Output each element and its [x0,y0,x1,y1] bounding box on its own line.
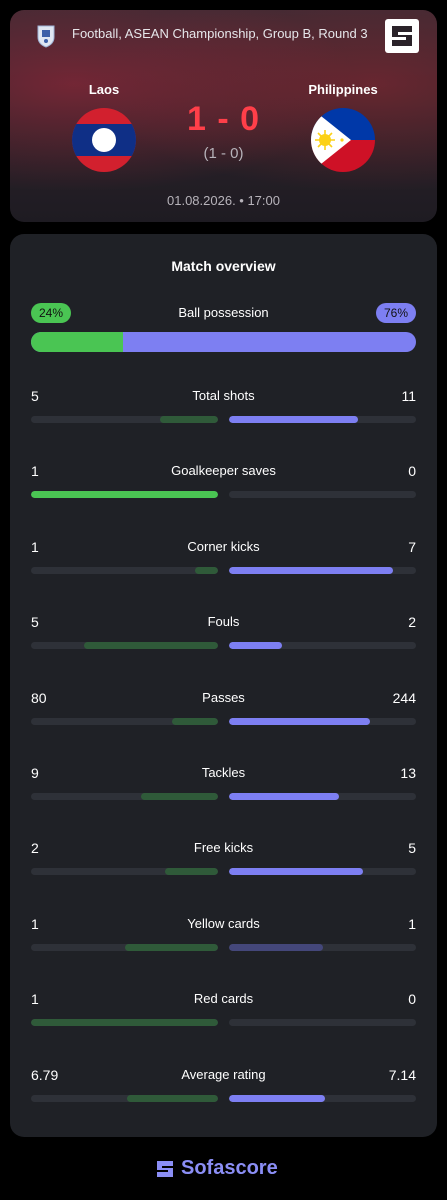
stat-home-track [31,642,218,649]
stat-away-value: 0 [408,463,416,479]
stat-row: 1 Goalkeeper saves 0 [31,463,416,503]
stat-label: Passes [202,690,245,705]
stat-away-fill [229,416,359,423]
stat-label: Tackles [201,765,246,780]
stat-home-track [31,567,218,574]
stat-home-track [31,416,218,423]
stat-away-fill [229,793,340,800]
stat-away-track [229,416,416,423]
stat-label: Total shots [192,388,255,403]
stat-label: Free kicks [193,840,254,855]
competition-name[interactable]: Football, ASEAN Championship, Group B, R… [72,26,368,41]
sofascore-logo-icon [157,1161,173,1177]
stat-row: 2 Free kicks 5 [31,840,416,880]
panel-title: Match overview [171,258,276,274]
stat-row: 1 Red cards 0 [31,991,416,1031]
stat-row: 1 Yellow cards 1 [31,916,416,956]
stat-away-value: 244 [392,690,416,706]
stat-label: Yellow cards [187,916,260,931]
stat-away-track [229,944,416,951]
stat-home-fill [84,642,218,649]
stat-home-track [31,793,218,800]
stat-home-fill [160,416,218,423]
stat-home-fill [194,567,218,574]
stat-away-value: 5 [408,840,416,856]
stat-away-fill [229,642,283,649]
stat-away-value: 7.14 [388,1067,416,1083]
stat-home-fill [31,1019,218,1026]
stat-away-track [229,718,416,725]
stat-home-track [31,868,218,875]
stat-home-track [31,1019,218,1026]
stat-row: 80 Passes 244 [31,690,416,730]
brand-name: Sofascore [181,1157,278,1179]
away-team-name[interactable]: Philippines [283,82,403,97]
stat-away-fill [229,868,363,875]
stat-away-value: 0 [408,991,416,1007]
match-overview-panel: Match overview 24% Ball possession 76% 5… [10,234,437,1137]
match-header: Football, ASEAN Championship, Group B, R… [10,10,437,222]
sofascore-logo[interactable]: Sofascore [155,1157,295,1181]
away-possession-badge: 76% [375,303,416,323]
stat-row: 6.79 Average rating 7.14 [31,1067,416,1107]
stat-row: 9 Tackles 13 [31,765,416,805]
stat-row: 5 Fouls 2 [31,614,416,654]
stat-home-fill [164,868,218,875]
stat-away-track [229,1019,416,1026]
stat-home-fill [124,944,218,951]
possession-label: Ball possession [178,305,269,320]
stat-away-track [229,491,416,498]
stat-home-track [31,944,218,951]
stat-home-track [31,1095,218,1102]
stat-home-fill [171,718,218,725]
possession-bar [31,332,416,352]
stat-away-track [229,1095,416,1102]
stat-home-fill [31,491,218,498]
stat-home-fill [126,1095,218,1102]
halftime-score: (1 - 0) [203,145,244,162]
stat-away-fill [229,944,323,951]
stat-label: Average rating [181,1067,266,1082]
stat-away-value: 2 [408,614,416,630]
stat-away-track [229,567,416,574]
stat-away-value: 7 [408,539,416,555]
possession-row: 24% Ball possession 76% [31,303,416,323]
stat-row: 5 Total shots 11 [31,388,416,428]
stat-away-fill [229,718,370,725]
competition-logo-icon[interactable] [36,24,56,48]
stat-home-track [31,718,218,725]
stat-label: Corner kicks [187,539,260,554]
stat-away-fill [229,1095,325,1102]
stat-away-track [229,793,416,800]
sofascore-mark-icon[interactable] [385,19,419,53]
stat-label: Fouls [207,614,240,629]
stat-row: 1 Corner kicks 7 [31,539,416,579]
stat-home-track [31,491,218,498]
home-team-name[interactable]: Laos [44,82,164,97]
stat-label: Red cards [193,991,254,1006]
stat-away-value: 1 [408,916,416,932]
stat-away-track [229,868,416,875]
stat-away-value: 11 [401,388,416,404]
home-possession-fill [31,332,124,352]
stat-away-value: 13 [400,765,416,781]
stat-away-fill [229,567,393,574]
stat-away-track [229,642,416,649]
stat-home-fill [141,793,218,800]
stat-label: Goalkeeper saves [171,463,276,478]
match-score: 1 - 0 [186,100,261,138]
match-datetime: 01.08.2026. • 17:00 [167,193,280,208]
